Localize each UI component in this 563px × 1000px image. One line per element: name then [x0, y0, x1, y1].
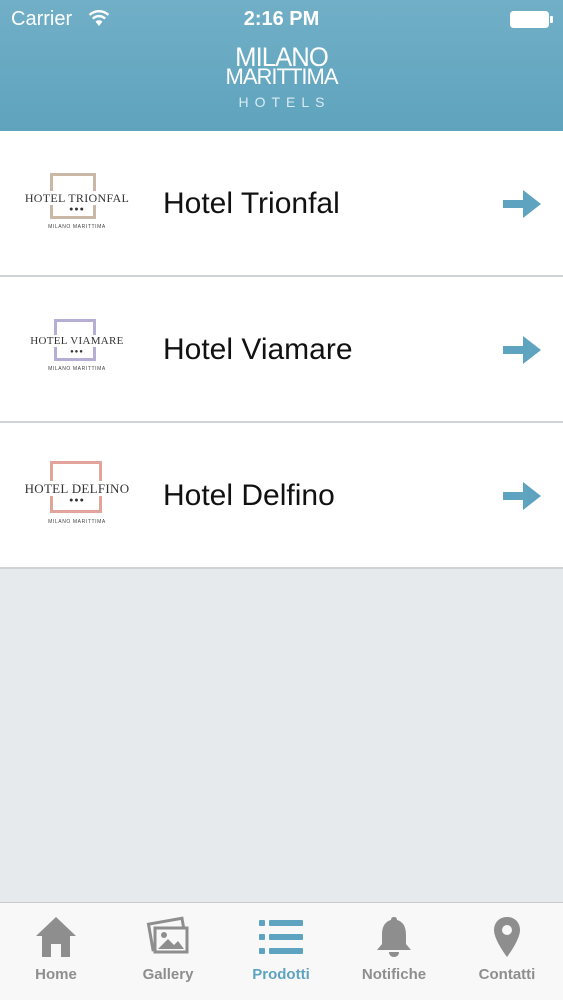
bell-icon: [377, 917, 411, 957]
logo-name: HOTEL VIAMARE: [29, 335, 125, 347]
gallery-icon: [146, 916, 189, 954]
hotel-row-trionfal[interactable]: HOTEL TRIONFAL ●●● MILANO MARITTIMA Hote…: [0, 131, 563, 277]
tab-prodotti[interactable]: Prodotti: [225, 903, 337, 1000]
logo-stars: ●●●: [69, 206, 85, 213]
logo-subtitle: MILANO MARITTIMA: [48, 519, 106, 525]
status-bar: Carrier 2:16 PM: [0, 0, 563, 38]
logo-subtitle: MILANO MARITTIMA: [48, 366, 106, 372]
brand-line-3: HOTELS: [238, 94, 331, 110]
tab-home[interactable]: Home: [0, 903, 112, 1000]
logo-stars: ●●●: [70, 349, 84, 355]
tab-label: Gallery: [142, 966, 194, 983]
tab-bar: Home Gallery Prodotti Notifiche Contatti: [0, 902, 563, 1000]
hotel-title: Hotel Viamare: [163, 333, 353, 366]
arrow-right-icon[interactable]: [503, 480, 541, 512]
tab-gallery[interactable]: Gallery: [112, 903, 224, 1000]
brand-logo: MILANO MARITTIMA HOTELS: [0, 42, 563, 111]
arrow-right-icon[interactable]: [503, 334, 541, 366]
tab-label: Notifiche: [361, 966, 427, 983]
brand-line-1: MILANO: [235, 42, 329, 72]
list-icon: [259, 920, 303, 954]
hotel-row-viamare[interactable]: HOTEL VIAMARE ●●● MILANO MARITTIMA Hotel…: [0, 277, 563, 423]
hotel-logo: HOTEL TRIONFAL ●●● MILANO MARITTIMA: [22, 165, 132, 243]
status-time: 2:16 PM: [243, 8, 320, 30]
hotel-list: HOTEL TRIONFAL ●●● MILANO MARITTIMA Hote…: [0, 131, 563, 569]
logo-stars: ●●●: [69, 497, 85, 504]
tab-contatti[interactable]: Contatti: [451, 903, 563, 1000]
tab-label: Prodotti: [252, 966, 310, 983]
logo-name: HOTEL DELFINO: [23, 481, 131, 496]
hotel-logo: HOTEL DELFINO ●●● MILANO MARITTIMA: [22, 457, 132, 535]
arrow-right-icon[interactable]: [503, 188, 541, 220]
location-pin-icon: [494, 917, 520, 957]
tab-label: Home: [35, 966, 77, 983]
hotel-title: Hotel Delfino: [163, 479, 335, 512]
hotel-row-delfino[interactable]: HOTEL DELFINO ●●● MILANO MARITTIMA Hotel…: [0, 423, 563, 569]
logo-name: HOTEL TRIONFAL: [23, 191, 131, 205]
home-icon: [36, 917, 76, 957]
tab-label: Contatti: [478, 966, 536, 983]
app-header: Carrier 2:16 PM MILANO MARITTIMA HOTELS: [0, 0, 563, 131]
hotel-title: Hotel Trionfal: [163, 187, 340, 220]
hotel-logo: HOTEL VIAMARE ●●● MILANO MARITTIMA: [22, 311, 132, 389]
battery-icon: [510, 11, 553, 28]
tab-notifiche[interactable]: Notifiche: [338, 903, 450, 1000]
logo-subtitle: MILANO MARITTIMA: [48, 224, 106, 230]
